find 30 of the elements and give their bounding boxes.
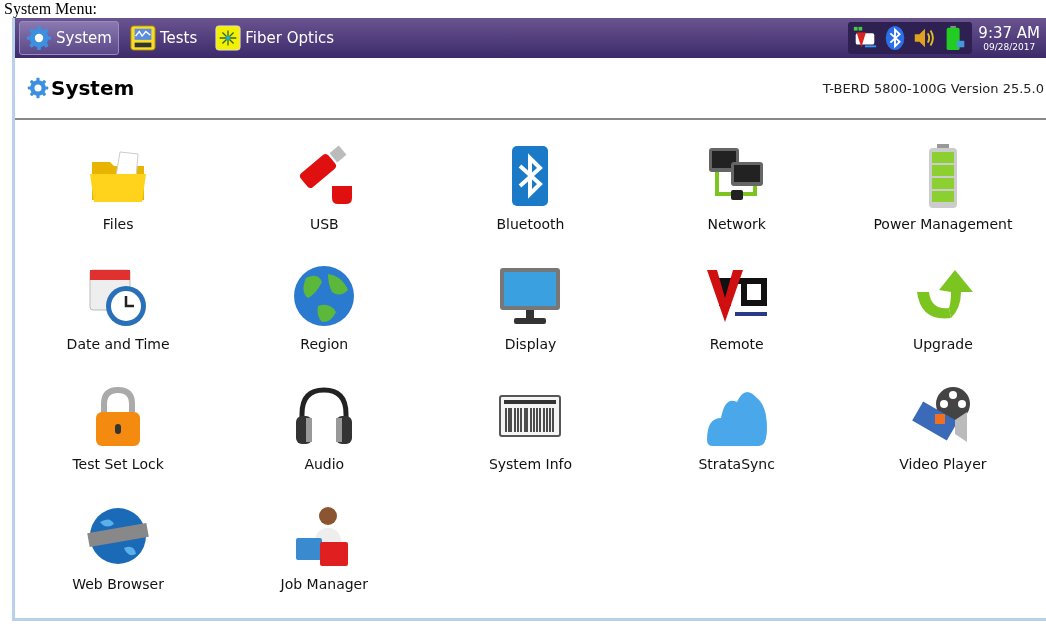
app-launcher[interactable]: Remote (633, 258, 840, 378)
version-text: T-BERD 5800-100G Version 25.5.0 (822, 80, 1044, 96)
page-title: System (51, 76, 135, 100)
app-launcher[interactable]: Network (633, 138, 840, 258)
chart-badge-icon (129, 25, 156, 51)
app-launcher[interactable]: Web Browser (15, 498, 222, 618)
app-launcher[interactable]: Audio (221, 378, 428, 498)
clock-date: 09/28/2017 (983, 41, 1036, 53)
clock-time: 9:37 AM (978, 23, 1040, 42)
gear-icon (27, 77, 49, 99)
tab[interactable]: System (19, 21, 119, 55)
document-caption: System Menu: (3, 0, 98, 18)
starburst-icon (215, 25, 242, 51)
app-launcher[interactable]: Upgrade (839, 258, 1046, 378)
app-launcher[interactable]: Display (427, 258, 634, 378)
app-launcher[interactable]: Job Manager (221, 498, 428, 618)
app-launcher[interactable]: Video Player (839, 378, 1046, 498)
app-launcher[interactable]: Bluetooth (427, 138, 634, 258)
tab[interactable]: Fiber Optics (208, 21, 342, 55)
app-launcher[interactable]: StrataSync (633, 378, 840, 498)
globe-icon (292, 264, 357, 328)
app-launcher[interactable]: Date and Time (15, 258, 222, 378)
app-launcher[interactable]: USB (221, 138, 428, 258)
gear-icon (26, 25, 52, 51)
app-launcher[interactable]: Files (15, 138, 222, 258)
app-launcher[interactable]: Region (221, 258, 428, 378)
app-launcher[interactable]: Test Set Lock (15, 378, 222, 498)
tab[interactable]: Tests (122, 21, 205, 55)
app-launcher[interactable]: Power Management (839, 138, 1046, 258)
app-launcher[interactable]: System Info (427, 378, 634, 498)
